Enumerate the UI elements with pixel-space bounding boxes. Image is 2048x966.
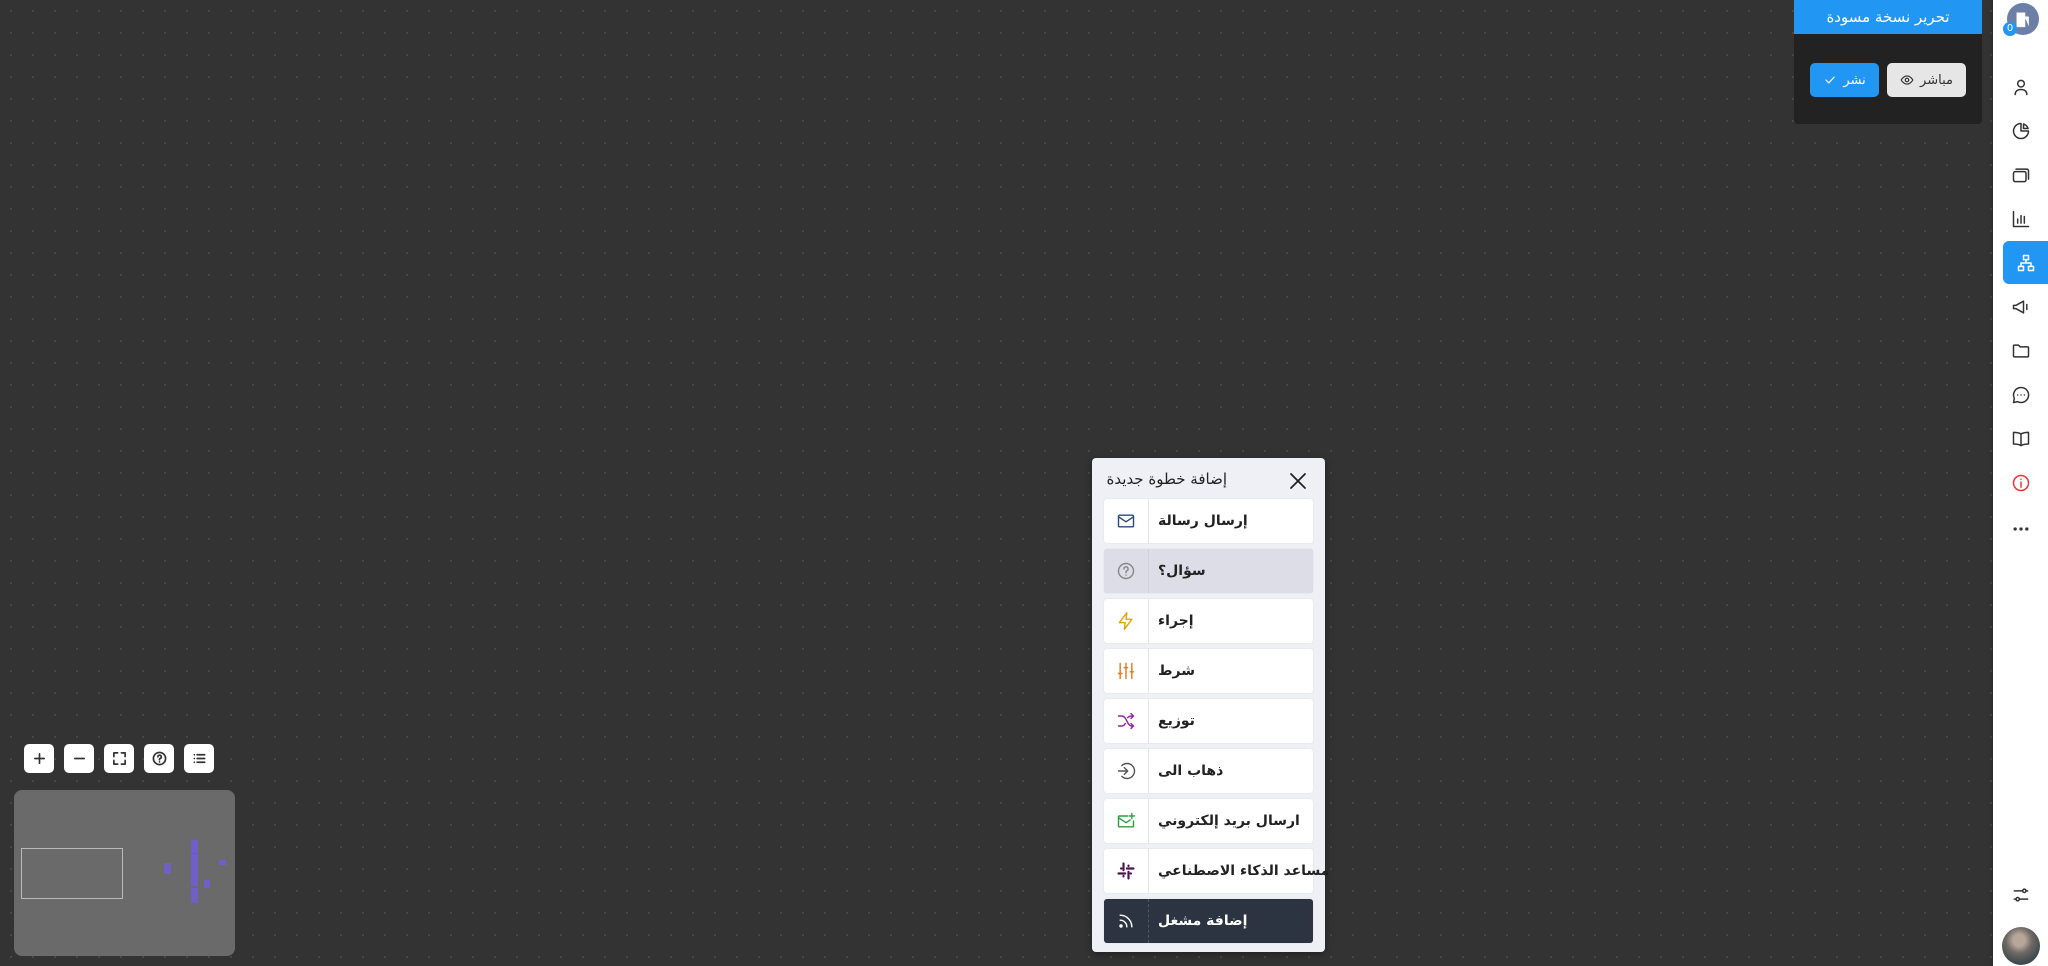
eye-icon — [1900, 75, 1914, 85]
minimap-node — [191, 840, 198, 853]
step-add-trigger[interactable]: إضافة مشغل — [1104, 899, 1313, 943]
publish-label: نشر — [1843, 72, 1866, 88]
chat-bubble-icon — [2012, 386, 2029, 403]
shuffle-icon — [1117, 712, 1135, 730]
sidebar-item-analytics[interactable] — [1997, 197, 2044, 240]
add-step-header: إضافة خطوة جديدة — [1092, 458, 1325, 502]
step-label: إجراء — [1158, 613, 1194, 629]
plus-icon — [33, 752, 45, 765]
sidebar-item-info[interactable] — [1997, 461, 2044, 504]
sliders-icon — [1117, 662, 1135, 680]
sidebar-item-knowledge[interactable] — [1997, 417, 2044, 460]
sidebar-item-settings[interactable] — [1997, 873, 2044, 916]
step-label: شرط — [1158, 663, 1196, 679]
step-action[interactable]: إجراء — [1104, 599, 1313, 643]
info-circle-icon — [2012, 474, 2029, 491]
slack-icon — [1117, 862, 1135, 880]
pie-chart-icon — [2012, 122, 2029, 139]
step-condition[interactable]: شرط — [1104, 649, 1313, 693]
draft-panel: تحرير نسخة مسودة مباشر نشر — [1794, 0, 1982, 124]
draft-title: تحرير نسخة مسودة — [1794, 0, 1982, 34]
step-send-email[interactable]: ارسال بريد إلكتروني — [1104, 799, 1313, 843]
step-question[interactable]: سؤال؟ — [1104, 549, 1313, 593]
sidebar-item-files[interactable] — [1997, 329, 2044, 372]
step-ai-assistant[interactable]: مساعد الذكاء الاصطناعي — [1104, 849, 1329, 893]
step-send-message[interactable]: إرسال رسالة — [1104, 499, 1313, 543]
sidebar-item-flows[interactable] — [2003, 241, 2048, 284]
user-avatar[interactable] — [2002, 927, 2040, 965]
minimap-node — [191, 854, 198, 886]
step-label: سؤال؟ — [1158, 563, 1206, 579]
sidebar-item-contacts[interactable] — [1997, 65, 2044, 108]
add-step-title: إضافة خطوة جديدة — [1106, 470, 1227, 488]
sidebar-item-broadcast[interactable] — [1997, 285, 2044, 328]
step-label: ارسال بريد إلكتروني — [1158, 813, 1300, 829]
minimap-node — [219, 860, 226, 865]
step-distribute[interactable]: توزيع — [1104, 699, 1313, 743]
sliders-horizontal-icon — [2013, 887, 2028, 902]
bar-chart-icon — [2012, 210, 2029, 227]
live-button[interactable]: مباشر — [1887, 63, 1966, 97]
minimap-node — [164, 863, 171, 874]
lightning-icon — [1118, 611, 1133, 631]
arrow-into-circle-icon — [1117, 762, 1136, 780]
sidebar-item-inbox[interactable] — [1997, 153, 2044, 196]
minimap-viewport[interactable] — [21, 848, 123, 899]
list-view-button[interactable] — [184, 744, 214, 773]
stacked-windows-icon — [2012, 167, 2029, 182]
minimap-node — [191, 888, 198, 903]
right-sidebar: 0 — [1993, 0, 2048, 966]
folder-icon — [2012, 343, 2029, 358]
step-label: توزيع — [1158, 713, 1195, 729]
help-button[interactable] — [144, 744, 174, 773]
minimap[interactable] — [14, 790, 235, 956]
envelope-icon — [1117, 514, 1135, 528]
zoom-in-button[interactable] — [24, 744, 54, 773]
step-label: إضافة مشغل — [1158, 913, 1248, 929]
user-icon — [2013, 79, 2028, 95]
step-label: ذهاب الى — [1158, 763, 1224, 779]
step-label: إرسال رسالة — [1158, 513, 1248, 529]
rss-icon — [1119, 914, 1133, 928]
sitemap-icon — [2017, 254, 2034, 271]
sidebar-item-reports[interactable] — [1997, 109, 2044, 152]
megaphone-icon — [2012, 299, 2028, 314]
notification-badge: 0 — [2003, 22, 2017, 36]
step-go-to[interactable]: ذهاب الى — [1104, 749, 1313, 793]
fullscreen-icon — [112, 752, 126, 765]
close-icon — [1290, 473, 1306, 489]
minus-icon — [73, 757, 85, 760]
list-icon — [193, 753, 205, 764]
step-label: مساعد الذكاء الاصطناعي — [1158, 863, 1330, 879]
open-book-icon — [2012, 431, 2029, 446]
publish-button[interactable]: نشر — [1810, 63, 1879, 97]
sidebar-item-chat[interactable] — [1997, 373, 2044, 416]
live-label: مباشر — [1920, 72, 1953, 88]
minimap-node — [204, 880, 210, 888]
more-dots-icon — [2013, 526, 2028, 531]
close-button[interactable] — [1288, 471, 1308, 491]
add-step-panel: إضافة خطوة جديدة إرسال رسالة سؤال؟ إجراء… — [1092, 458, 1329, 952]
question-circle-icon — [152, 751, 166, 766]
zoom-out-button[interactable] — [64, 744, 94, 773]
sidebar-item-more[interactable] — [1997, 507, 2044, 550]
fit-view-button[interactable] — [104, 744, 134, 773]
question-circle-icon — [1117, 562, 1135, 580]
check-icon — [1825, 76, 1835, 84]
mail-plus-icon — [1117, 812, 1136, 828]
